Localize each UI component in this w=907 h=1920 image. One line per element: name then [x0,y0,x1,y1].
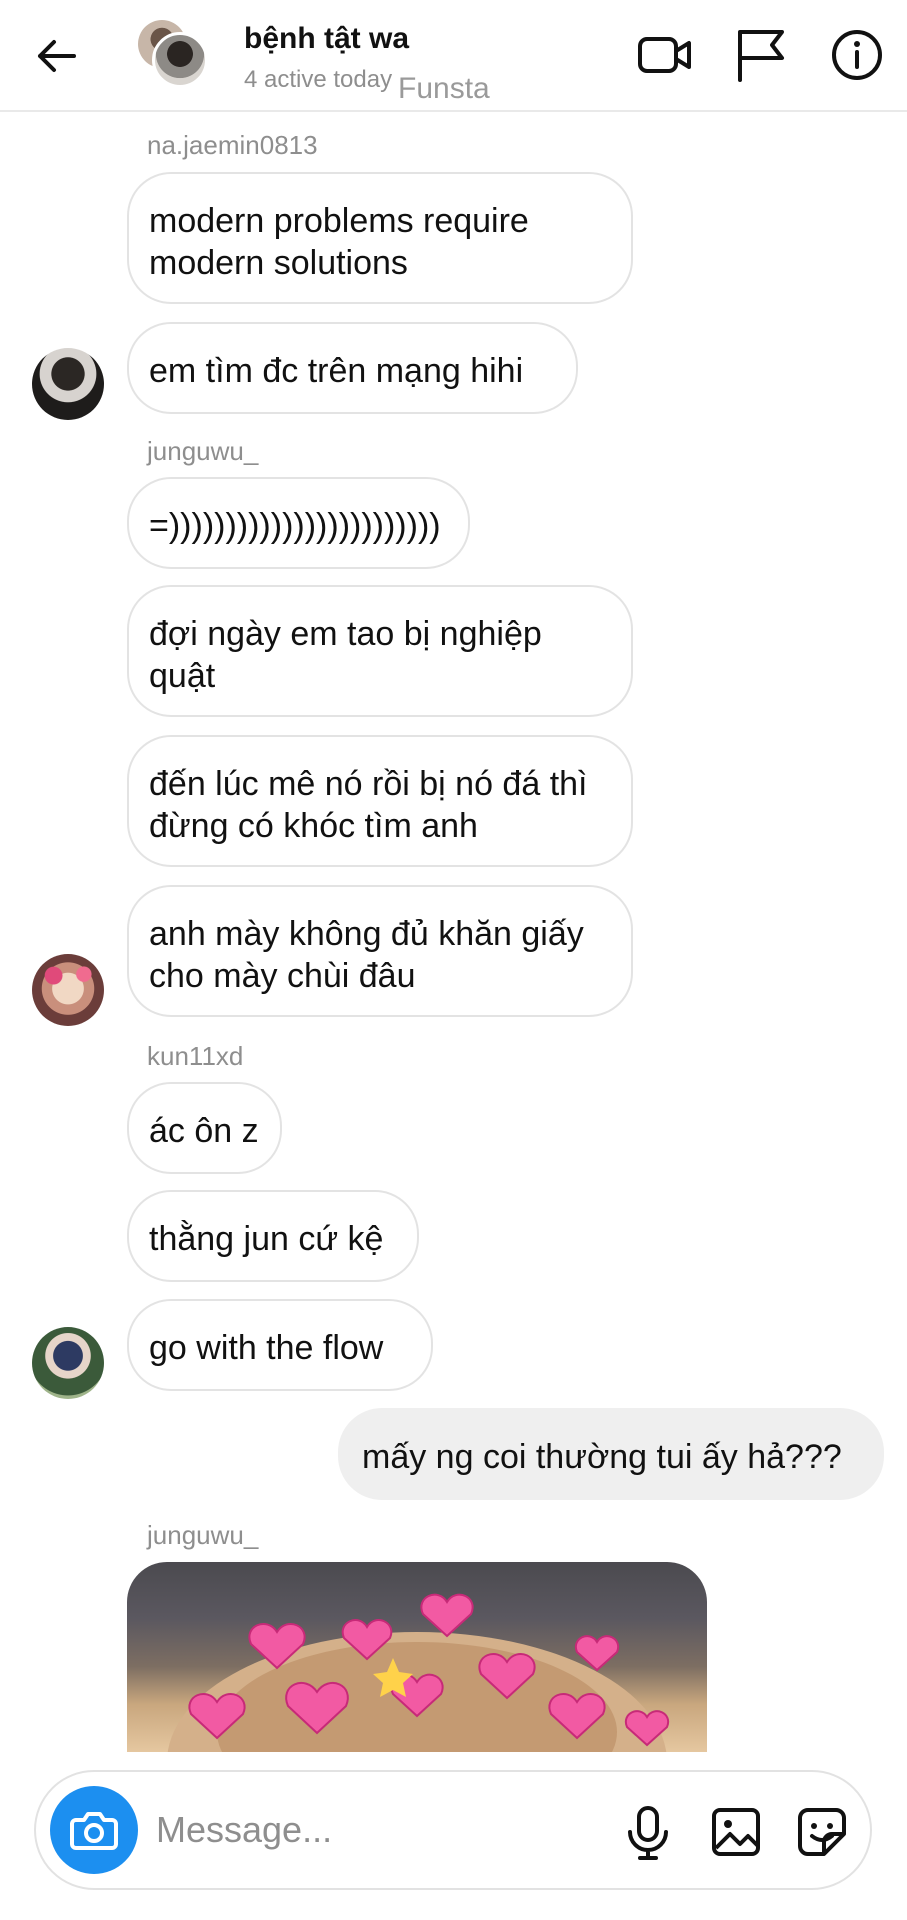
sender-avatar[interactable] [32,1327,104,1399]
message-bubble[interactable]: thằng jun cứ kệ [127,1190,419,1282]
message-bubble[interactable]: đợi ngày em tao bị nghiệp quật [127,585,633,717]
camera-icon [70,1812,118,1850]
group-avatar[interactable] [136,18,208,90]
message-bubble[interactable]: go with the flow [127,1299,433,1391]
sender-name: junguwu_ [147,1520,259,1550]
camera-button[interactable] [50,1786,138,1874]
message-bubble[interactable]: =)))))))))))))))))))))))) [127,477,470,569]
sticker-icon[interactable] [792,1802,852,1862]
message-bubble[interactable]: ác ôn z [127,1082,282,1174]
sent-message-bubble[interactable]: mấy ng coi thường tui ấy hả??? [338,1408,884,1500]
message-bubble[interactable]: em tìm đc trên mạng hihi [127,322,578,414]
info-icon[interactable] [828,26,886,84]
message-bubble[interactable]: modern problems require modern solutions [127,172,633,304]
message-bubble[interactable]: đến lúc mê nó rồi bị nó đá thì đừng có k… [127,735,633,867]
sender-avatar[interactable] [32,954,104,1026]
back-arrow-icon[interactable] [34,34,78,78]
sender-avatar[interactable] [32,348,104,420]
flag-icon[interactable] [732,26,790,84]
message-bubble[interactable]: anh mày không đủ khăn giấy cho mày chùi … [127,885,633,1017]
shared-photo[interactable] [127,1562,707,1752]
image-icon[interactable] [706,1802,766,1862]
hearts-sticker-image [167,1593,670,1752]
chat-title[interactable]: bệnh tật wa [244,22,409,56]
member-avatar [152,32,208,88]
sender-name: kun11xd [147,1041,244,1071]
watermark-text: Funsta [398,72,490,105]
video-call-icon[interactable] [636,26,694,84]
sender-name: junguwu_ [147,436,259,466]
message-input[interactable] [156,1802,586,1858]
microphone-icon[interactable] [618,1802,678,1862]
chat-header: bệnh tật wa 4 active today Funsta [0,0,907,112]
message-composer [34,1770,872,1890]
sender-name: na.jaemin0813 [147,130,318,160]
active-status: 4 active today [244,66,393,93]
